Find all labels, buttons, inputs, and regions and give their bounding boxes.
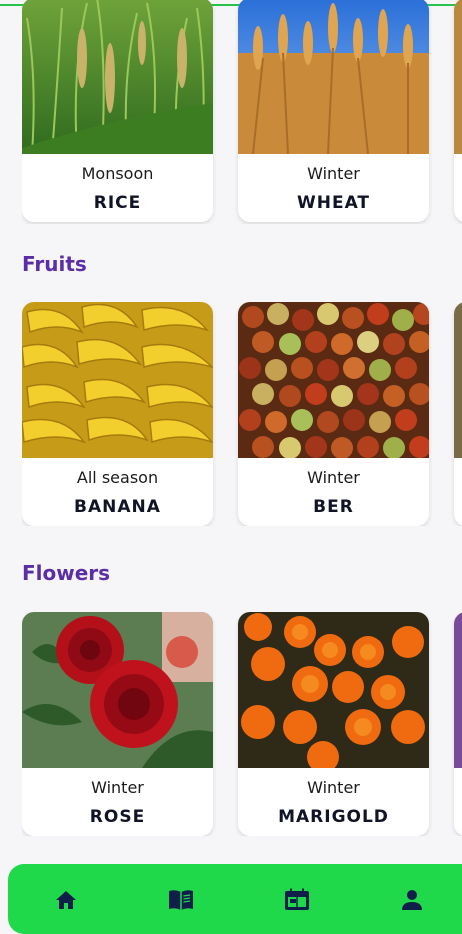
banana-image — [22, 302, 213, 458]
fruits-row[interactable]: All season BANANA Winter BER — [22, 302, 462, 526]
card-season: Winter — [307, 164, 360, 183]
card-name: MARIGOLD — [278, 807, 389, 827]
book-icon — [169, 890, 193, 910]
card-season: Winter — [91, 778, 144, 797]
section-title-flowers: Flowers — [22, 561, 111, 585]
fruit-card-ber[interactable]: Winter BER — [238, 302, 429, 526]
flower-card-rose[interactable]: Winter ROSE — [22, 612, 213, 836]
crop-card-wheat[interactable]: Winter WHEAT — [238, 0, 429, 222]
card-name: BER — [313, 497, 354, 517]
card-season: Winter — [307, 468, 360, 487]
rose-image — [22, 612, 213, 768]
card-name: ROSE — [89, 807, 146, 827]
next-card-peek[interactable] — [454, 0, 462, 222]
flower-card-marigold[interactable]: Winter MARIGOLD — [238, 612, 429, 836]
card-season: Monsoon — [81, 164, 154, 183]
nav-library-button[interactable] — [167, 886, 195, 914]
card-name: BANANA — [74, 497, 161, 517]
nav-home-button[interactable] — [52, 886, 80, 914]
ber-fruit-image — [238, 302, 429, 458]
crops-row[interactable]: Monsoon RICE Winter WHEAT — [22, 0, 462, 224]
bottom-navigation-bar — [8, 864, 462, 934]
marigold-image — [238, 612, 429, 768]
fruit-card-banana[interactable]: All season BANANA — [22, 302, 213, 526]
person-icon — [402, 890, 422, 910]
nav-calendar-button[interactable] — [283, 886, 311, 914]
card-season: All season — [76, 468, 159, 487]
wheat-field-image — [238, 0, 429, 154]
calendar-icon — [285, 888, 309, 910]
home-icon — [56, 891, 76, 909]
flowers-row[interactable]: Winter ROSE Winter MARIGOLD — [22, 612, 462, 836]
card-name: RICE — [93, 193, 142, 213]
rice-field-image — [22, 0, 213, 154]
crop-card-rice[interactable]: Monsoon RICE — [22, 0, 213, 222]
card-season: Winter — [307, 778, 360, 797]
next-card-peek[interactable] — [454, 302, 462, 526]
card-name: WHEAT — [296, 193, 371, 213]
next-card-peek[interactable] — [454, 612, 462, 836]
section-title-fruits: Fruits — [22, 252, 87, 276]
nav-profile-button[interactable] — [398, 886, 426, 914]
